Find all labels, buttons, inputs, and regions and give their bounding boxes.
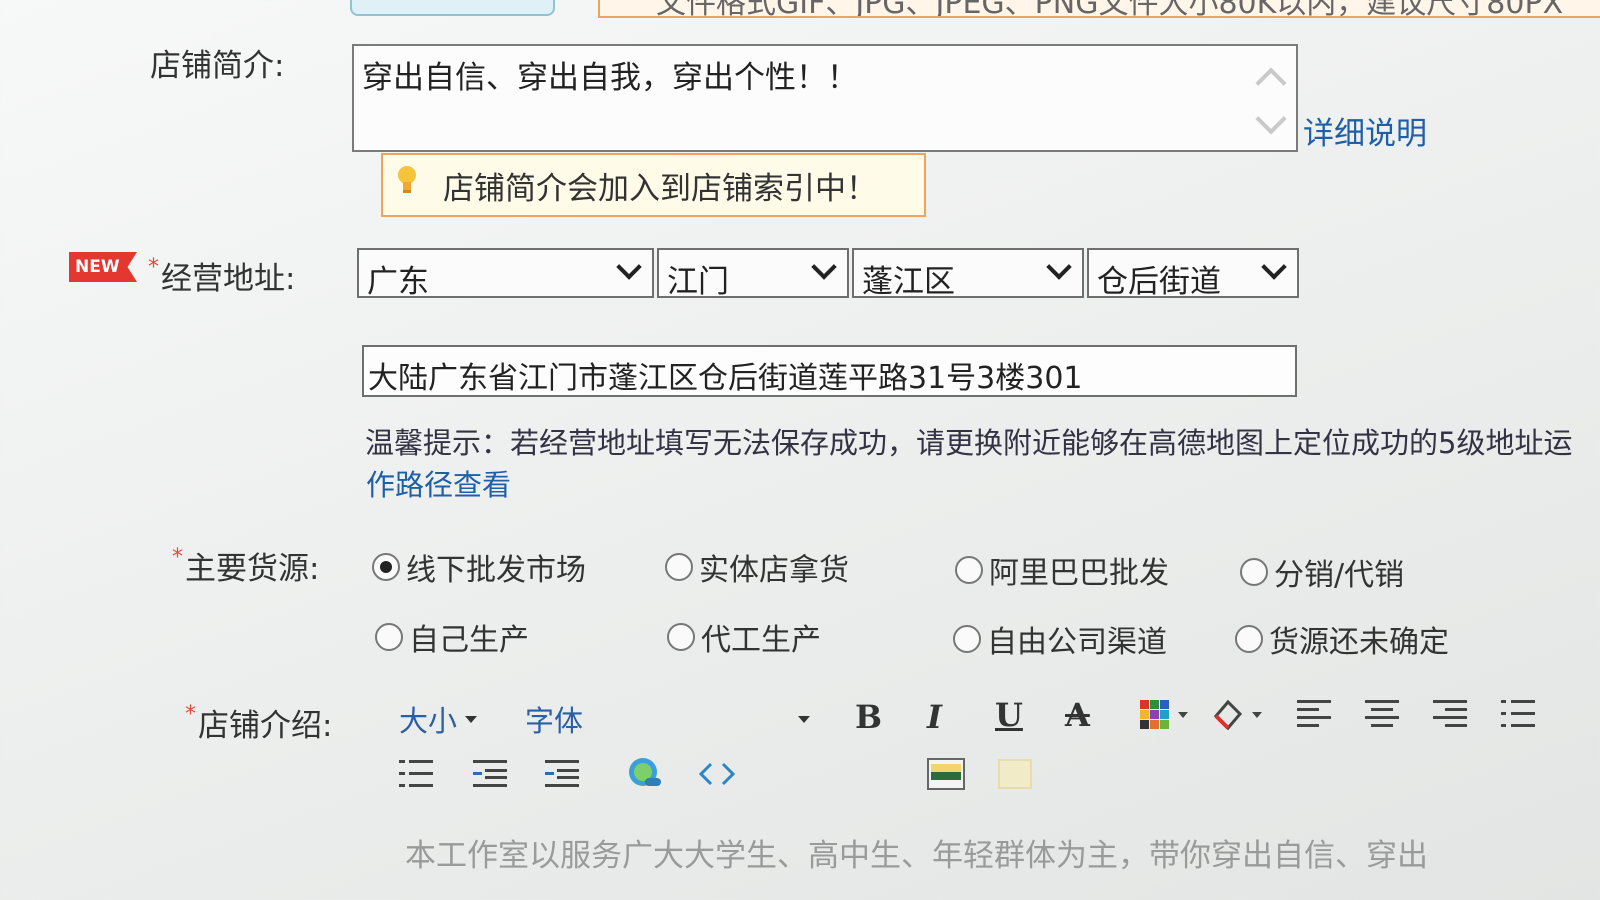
radio-icon <box>953 625 981 653</box>
chevron-down-icon <box>1046 254 1072 280</box>
description-label-text: 店铺介绍: <box>198 708 333 744</box>
radio-option-undecided[interactable]: 货源还未确定 <box>1235 617 1449 661</box>
source-label-text: 主要货源: <box>185 551 320 587</box>
detail-link[interactable]: 详细说明 <box>1303 108 1427 153</box>
source-label: *主要货源: <box>172 543 319 588</box>
radio-icon <box>1235 625 1263 653</box>
radio-option-oem[interactable]: 代工生产 <box>667 615 821 659</box>
province-select[interactable]: 广东 <box>357 248 654 300</box>
highlight-color-icon[interactable] <box>1210 698 1266 732</box>
scroll-down-icon[interactable] <box>1255 103 1287 135</box>
scroll-up-icon[interactable] <box>1255 67 1287 99</box>
link-icon[interactable] <box>625 756 665 792</box>
font-family-label: 字体 <box>525 704 584 738</box>
city-value: 江门 <box>667 264 729 300</box>
required-mark: * <box>172 545 183 570</box>
radio-label: 代工生产 <box>701 623 821 658</box>
align-center-icon[interactable] <box>1365 700 1399 728</box>
province-value: 广东 <box>367 264 429 300</box>
street-value: 仓后街道 <box>1097 264 1221 300</box>
logo-hint-box: 文件格式GIF、JPG、JPEG、PNG文件大小80K以内，建议尺寸80PX <box>598 0 1600 18</box>
logo-hint-text: 文件格式GIF、JPG、JPEG、PNG文件大小80K以内，建议尺寸80PX <box>656 0 1564 18</box>
new-badge: NEW <box>69 252 137 282</box>
radio-option-physical-store[interactable]: 实体店拿货 <box>665 545 849 589</box>
chevron-down-icon <box>616 254 642 280</box>
align-right-icon[interactable] <box>1433 700 1467 728</box>
emoticon-icon[interactable] <box>997 758 1033 790</box>
radio-option-alibaba[interactable]: 阿里巴巴批发 <box>955 548 1169 592</box>
caret-down-icon <box>465 715 478 723</box>
upload-tab[interactable] <box>350 0 555 16</box>
radio-label: 实体店拿货 <box>699 553 849 588</box>
text-color-icon[interactable] <box>1140 700 1192 732</box>
city-select[interactable]: 江门 <box>657 248 849 300</box>
radio-selected-icon <box>372 553 400 581</box>
intro-tip-text: 店铺简介会加入到店铺索引中！ <box>443 171 877 207</box>
editor-toolbar: 大小 字体 B I U A <box>385 690 1600 810</box>
radio-label: 线下批发市场 <box>406 553 586 588</box>
required-mark: * <box>148 255 159 280</box>
bold-button[interactable]: B <box>855 698 882 736</box>
strikethrough-button[interactable]: A <box>1065 696 1090 734</box>
radio-icon <box>667 623 695 651</box>
font-size-select[interactable]: 大小 <box>399 698 478 740</box>
radio-label: 货源还未确定 <box>1269 625 1449 660</box>
radio-icon <box>1240 558 1268 586</box>
radio-icon <box>665 553 693 581</box>
district-select[interactable]: 蓬江区 <box>852 248 1084 300</box>
radio-option-dropship[interactable]: 分销/代销 <box>1240 550 1404 594</box>
editor-content[interactable]: 本工作室以服务广大大学生、高中生、年轻群体为主，带你穿出自信、穿出 <box>405 830 1428 875</box>
radio-icon <box>375 623 403 651</box>
description-label: *店铺介绍: <box>185 700 332 745</box>
font-size-label: 大小 <box>399 704 458 738</box>
intro-tip: 店铺简介会加入到店铺索引中！ <box>381 153 926 217</box>
underline-button[interactable]: U <box>995 696 1023 734</box>
radio-label: 阿里巴巴批发 <box>989 556 1169 591</box>
code-icon[interactable] <box>699 760 735 788</box>
lightbulb-icon <box>398 166 416 193</box>
required-mark: * <box>185 702 196 727</box>
intro-textarea-value: 穿出自信、穿出自我，穿出个性！！ <box>362 60 858 96</box>
radio-label: 分销/代销 <box>1274 558 1405 593</box>
address-detail-input[interactable]: 大陆广东省江门市蓬江区仓后街道莲平路31号3楼301 <box>362 345 1297 397</box>
address-detail-value: 大陆广东省江门市蓬江区仓后街道莲平路31号3楼301 <box>368 361 1083 396</box>
chevron-down-icon <box>1261 254 1287 280</box>
radio-option-self-produce[interactable]: 自己生产 <box>375 615 529 659</box>
indent-icon[interactable] <box>545 760 579 788</box>
italic-button[interactable]: I <box>927 698 942 736</box>
radio-label: 自己生产 <box>409 623 529 658</box>
radio-icon <box>955 556 983 584</box>
street-select[interactable]: 仓后街道 <box>1087 248 1299 300</box>
warm-tip: 温馨提示：若经营地址填写无法保存成功，请更换附近能够在高德地图上定位成功的5级地… <box>365 426 1573 460</box>
font-family-select[interactable]: 字体 <box>525 698 810 740</box>
radio-option-own-company[interactable]: 自由公司渠道 <box>953 617 1167 661</box>
unordered-list-icon[interactable] <box>1501 700 1535 728</box>
radio-option-wholesale-market[interactable]: 线下批发市场 <box>372 545 586 589</box>
align-left-icon[interactable] <box>1297 700 1331 728</box>
radio-label: 自由公司渠道 <box>987 625 1167 660</box>
intro-label: 店铺简介: <box>150 48 285 84</box>
route-link[interactable]: 作路径查看 <box>366 462 511 504</box>
ordered-list-icon[interactable] <box>399 760 433 788</box>
chevron-down-icon <box>811 254 837 280</box>
outdent-icon[interactable] <box>473 760 507 788</box>
address-label-text: 经营地址: <box>161 261 296 297</box>
district-value: 蓬江区 <box>862 264 955 300</box>
caret-down-icon <box>798 715 810 723</box>
address-label: *经营地址: <box>148 253 295 298</box>
intro-textarea[interactable]: 穿出自信、穿出自我，穿出个性！！ <box>352 44 1298 152</box>
image-icon[interactable] <box>927 758 965 790</box>
